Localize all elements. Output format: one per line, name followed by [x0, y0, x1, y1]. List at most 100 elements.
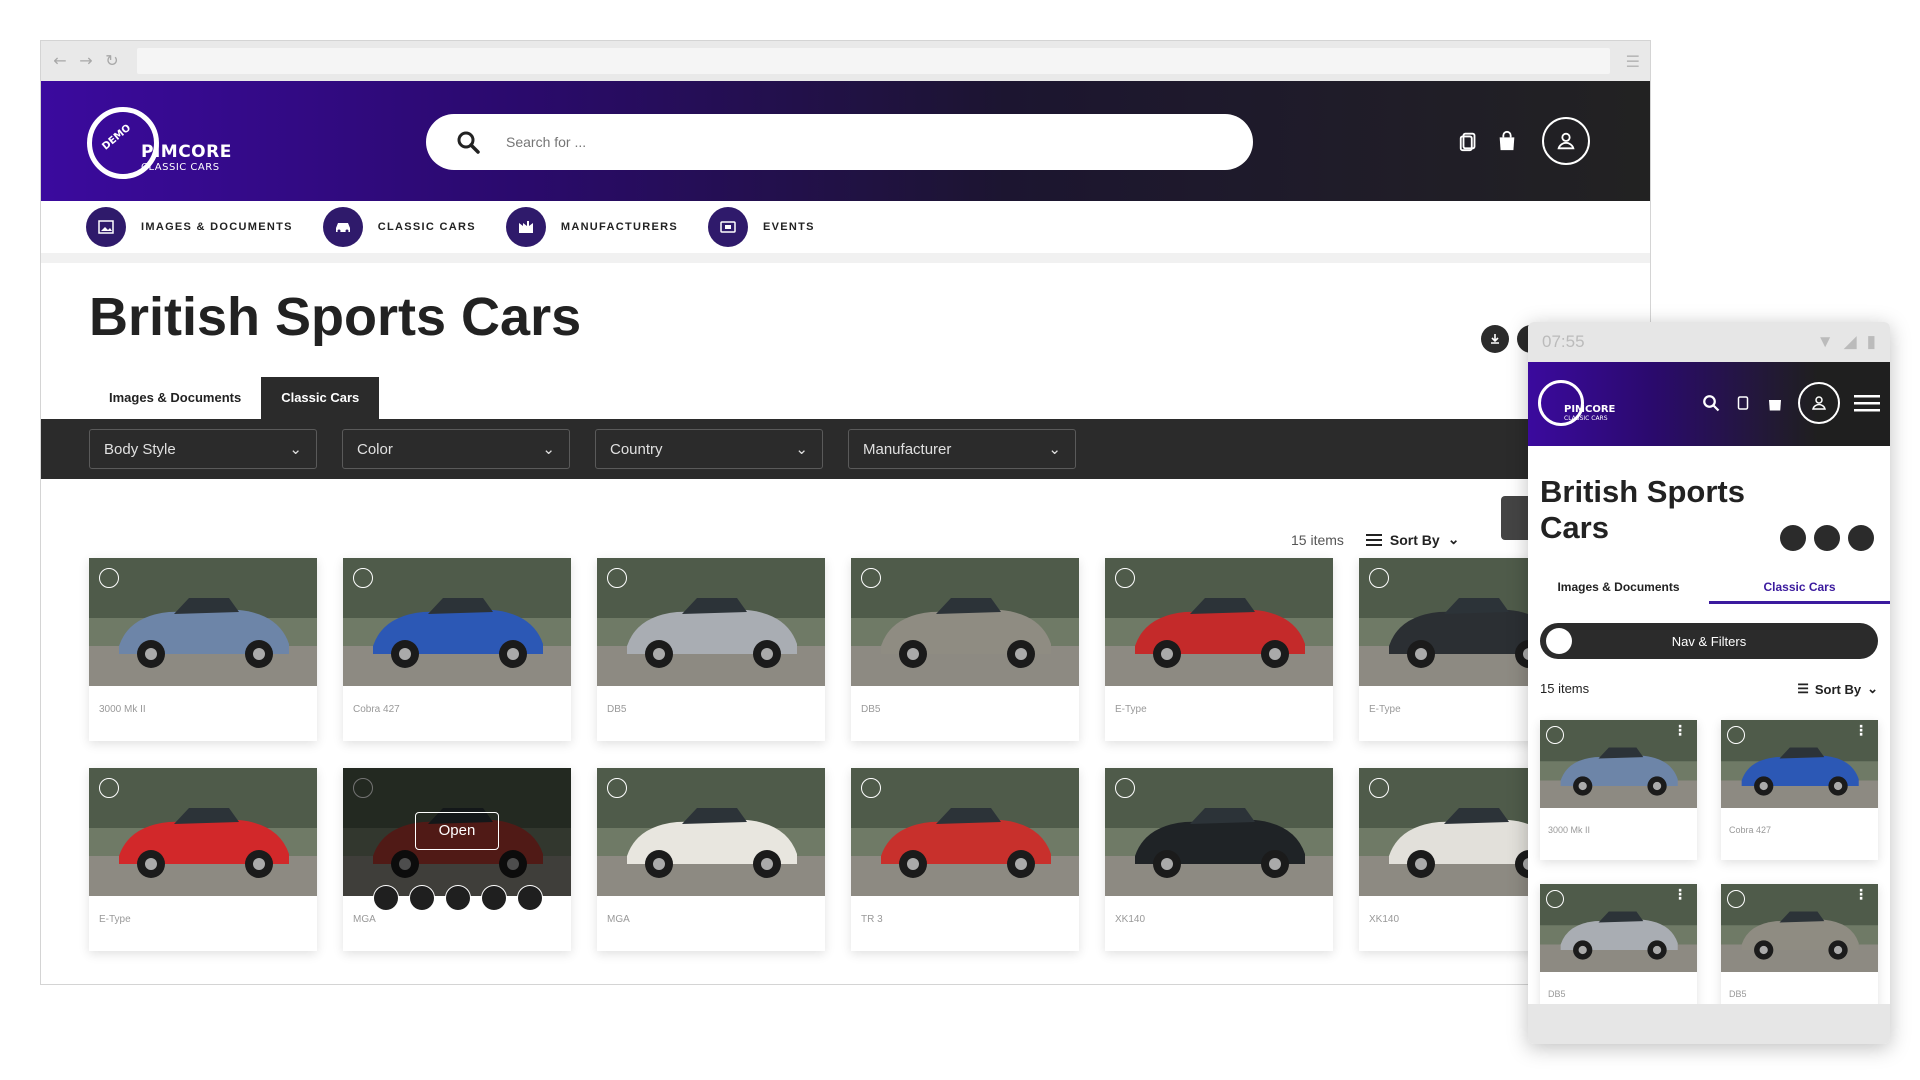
car-thumbnail[interactable]: ⋮	[1721, 720, 1878, 808]
select-checkbox[interactable]	[1546, 890, 1564, 908]
search-input[interactable]	[506, 134, 1106, 150]
car-card[interactable]: DB5	[597, 558, 825, 741]
hamburger-menu-icon[interactable]	[1854, 393, 1880, 413]
tab-classic-cars[interactable]: Classic Cars	[1709, 570, 1890, 604]
select-checkbox[interactable]	[1115, 778, 1135, 798]
car-card[interactable]: ⋮ Cobra 427	[1721, 720, 1878, 860]
car-thumbnail[interactable]: ⋮	[1540, 884, 1697, 972]
nav-label: IMAGES & DOCUMENTS	[141, 221, 293, 233]
car-card[interactable]: E-Type	[89, 768, 317, 951]
mobile-logo-brand: PIMCORE	[1564, 404, 1616, 415]
select-checkbox[interactable]	[1369, 778, 1389, 798]
car-name: 3000 Mk II	[1548, 825, 1591, 835]
select-checkbox[interactable]	[99, 568, 119, 588]
car-name: Cobra 427	[1729, 825, 1772, 835]
select-checkbox[interactable]	[607, 568, 627, 588]
select-checkbox[interactable]	[607, 778, 627, 798]
nav-item-manufacturers[interactable]: MANUFACTURERS	[505, 207, 678, 247]
group-icon[interactable]	[1814, 525, 1840, 551]
car-thumbnail[interactable]	[89, 558, 317, 686]
open-button[interactable]: Open	[415, 812, 499, 850]
browser-menu-icon[interactable]: ☰	[1626, 52, 1640, 71]
more-options-icon[interactable]: ⋮	[1673, 724, 1687, 738]
chevron-down-icon: ⌄	[289, 441, 302, 458]
share-icon[interactable]	[517, 885, 543, 911]
tab-classic-cars[interactable]: Classic Cars	[261, 377, 380, 419]
mobile-logo-sub: CLASSIC CARS	[1564, 415, 1608, 422]
sort-by-dropdown[interactable]: Sort By ⌄	[1365, 531, 1459, 548]
car-name: 3000 Mk II	[99, 704, 146, 715]
car-card[interactable]: ⋮ DB5	[1721, 884, 1878, 1024]
copy-icon[interactable]	[409, 885, 435, 911]
shopping-bag-icon[interactable]	[1496, 130, 1518, 152]
download-icon[interactable]	[481, 885, 507, 911]
filter-color[interactable]: Color ⌄	[342, 429, 570, 469]
user-account-button[interactable]	[1542, 117, 1590, 165]
browser-toolbar: ← → ↻ ☰	[41, 41, 1650, 81]
car-thumbnail[interactable]	[597, 558, 825, 686]
search-icon[interactable]	[456, 130, 480, 154]
shopping-bag-icon[interactable]	[445, 885, 471, 911]
filter-manufacturer[interactable]: Manufacturer ⌄	[848, 429, 1076, 469]
car-thumbnail[interactable]	[1105, 768, 1333, 896]
car-thumbnail[interactable]	[89, 768, 317, 896]
nav-item-events[interactable]: EVENTS	[707, 207, 815, 247]
select-checkbox[interactable]	[861, 778, 881, 798]
more-options-icon[interactable]: ⋮	[1854, 888, 1868, 902]
car-card[interactable]: MGA	[597, 768, 825, 951]
select-checkbox[interactable]	[99, 778, 119, 798]
more-options-icon[interactable]: ⋮	[1854, 724, 1868, 738]
shopping-bag-icon[interactable]	[1766, 394, 1784, 412]
wifi-icon: ▼	[1816, 332, 1834, 351]
back-icon[interactable]: ←	[51, 52, 69, 70]
car-thumbnail[interactable]	[343, 558, 571, 686]
car-card[interactable]: Cobra 427	[343, 558, 571, 741]
car-name: MGA	[607, 914, 630, 925]
car-thumbnail[interactable]	[597, 768, 825, 896]
user-account-button[interactable]	[1798, 382, 1840, 424]
car-thumbnail[interactable]: ⋮	[1540, 720, 1697, 808]
car-card[interactable]: TR 3	[851, 768, 1079, 951]
share-icon[interactable]	[1848, 525, 1874, 551]
car-thumbnail[interactable]	[1105, 558, 1333, 686]
filter-country[interactable]: Country ⌄	[595, 429, 823, 469]
site-logo[interactable]: DEMO PIMCORE CLASSIC CARS	[87, 107, 232, 179]
reload-icon[interactable]: ↻	[103, 52, 121, 70]
car-card[interactable]: XK140	[1105, 768, 1333, 951]
nav-item-classic-cars[interactable]: CLASSIC CARS	[322, 207, 476, 247]
nav-item-images-documents[interactable]: IMAGES & DOCUMENTS	[86, 207, 293, 247]
car-card[interactable]: 3000 Mk II	[89, 558, 317, 741]
copy-icon[interactable]	[1458, 130, 1480, 152]
car-card[interactable]: DB5	[851, 558, 1079, 741]
select-checkbox[interactable]	[1727, 890, 1745, 908]
select-checkbox[interactable]	[1546, 726, 1564, 744]
remove-icon[interactable]	[373, 885, 399, 911]
filter-body-style[interactable]: Body Style ⌄	[89, 429, 317, 469]
sort-by-dropdown[interactable]: ☰ Sort By ⌄	[1797, 681, 1878, 697]
more-options-icon[interactable]: ⋮	[1673, 888, 1687, 902]
car-thumbnail[interactable]	[851, 558, 1079, 686]
forward-icon[interactable]: →	[77, 52, 95, 70]
select-checkbox[interactable]	[1115, 568, 1135, 588]
tab-images-documents[interactable]: Images & Documents	[1528, 570, 1709, 604]
download-icon[interactable]	[1780, 525, 1806, 551]
car-thumbnail[interactable]	[851, 768, 1079, 896]
car-card[interactable]: Open MGA	[343, 768, 571, 951]
car-thumbnail[interactable]: Open	[343, 768, 571, 896]
select-checkbox[interactable]	[1727, 726, 1745, 744]
car-thumbnail[interactable]: ⋮	[1721, 884, 1878, 972]
car-card[interactable]: E-Type	[1105, 558, 1333, 741]
select-checkbox[interactable]	[1369, 568, 1389, 588]
copy-icon[interactable]	[1734, 394, 1752, 412]
tab-images-documents[interactable]: Images & Documents	[89, 377, 261, 419]
image-icon	[86, 207, 126, 247]
nav-filters-button[interactable]: Nav & Filters	[1540, 623, 1878, 659]
car-card[interactable]: ⋮ 3000 Mk II	[1540, 720, 1697, 860]
select-checkbox[interactable]	[353, 568, 373, 588]
select-checkbox[interactable]	[861, 568, 881, 588]
download-icon[interactable]	[1481, 325, 1509, 353]
search-icon[interactable]	[1702, 394, 1720, 412]
address-bar[interactable]	[137, 48, 1610, 74]
logo-badge: DEMO	[87, 107, 159, 179]
car-card[interactable]: ⋮ DB5	[1540, 884, 1697, 1024]
